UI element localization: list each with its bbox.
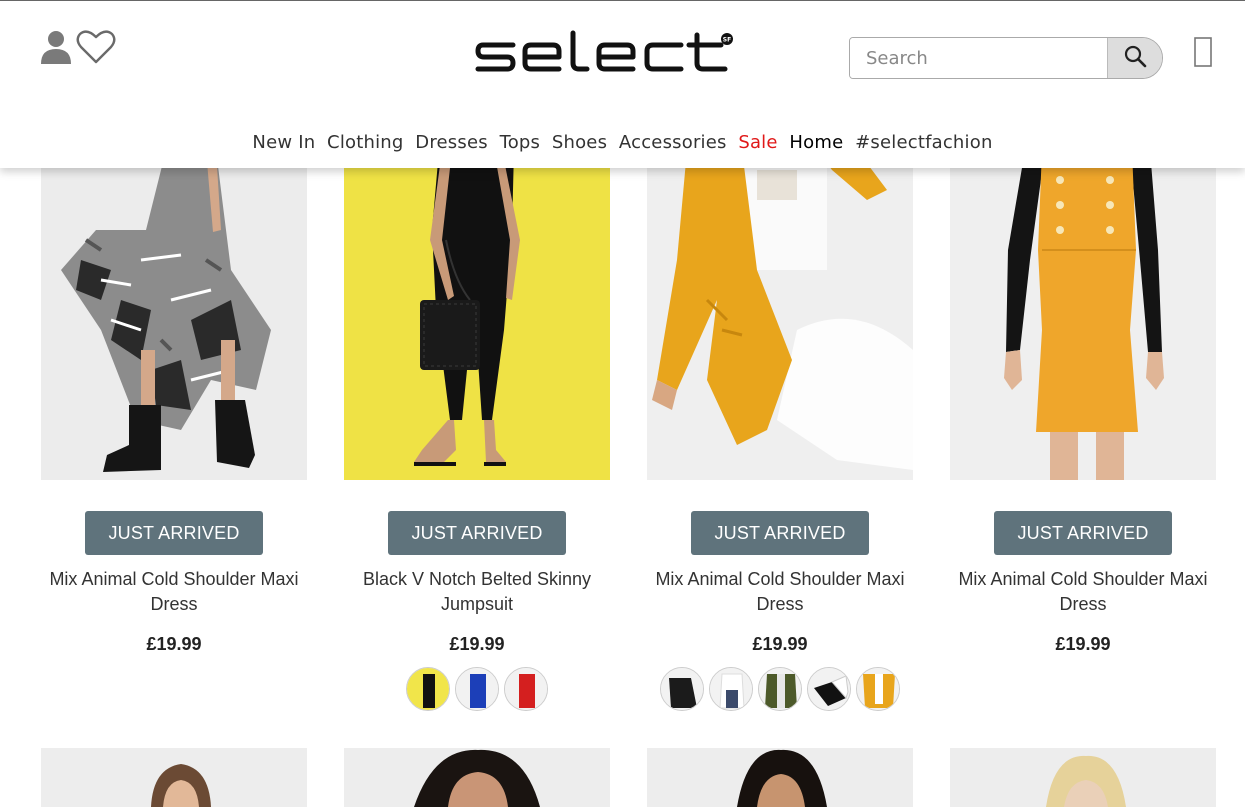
product-price: £19.99 bbox=[752, 634, 808, 654]
product-image[interactable] bbox=[950, 748, 1216, 807]
swatch-khaki[interactable] bbox=[758, 667, 802, 711]
user-icon[interactable] bbox=[40, 30, 72, 64]
product-title[interactable]: Mix Animal Cold Shoulder Maxi Dress bbox=[647, 567, 913, 617]
product-title[interactable]: Black V Notch Belted Skinny Jumpsuit bbox=[344, 567, 610, 617]
nav-item-clothing[interactable]: Clothing bbox=[327, 132, 403, 153]
search-bar bbox=[849, 37, 1163, 79]
search-input[interactable] bbox=[850, 38, 1107, 78]
nav-item-tops[interactable]: Tops bbox=[500, 132, 541, 153]
heart-icon[interactable] bbox=[76, 29, 116, 65]
product-price: £19.99 bbox=[1055, 634, 1111, 654]
site-logo[interactable]: SF bbox=[475, 29, 740, 77]
swatch-blue[interactable] bbox=[455, 667, 499, 711]
just-arrived-badge: JUST ARRIVED bbox=[85, 511, 263, 555]
product-image[interactable] bbox=[41, 748, 307, 807]
product-price: £19.99 bbox=[146, 634, 202, 654]
nav-item-dresses[interactable]: Dresses bbox=[415, 132, 488, 153]
site-header: SF New In Clothing Dresses Tops Shoes Ac… bbox=[0, 0, 1245, 168]
color-swatches bbox=[344, 667, 610, 711]
nav-item-shoes[interactable]: Shoes bbox=[552, 132, 607, 153]
nav-item-accessories[interactable]: Accessories bbox=[619, 132, 727, 153]
just-arrived-badge: JUST ARRIVED bbox=[388, 511, 566, 555]
account-icons bbox=[40, 29, 116, 65]
product-image[interactable] bbox=[647, 748, 913, 807]
just-arrived-badge: JUST ARRIVED bbox=[994, 511, 1172, 555]
just-arrived-badge: JUST ARRIVED bbox=[691, 511, 869, 555]
product-price: £19.99 bbox=[449, 634, 505, 654]
swatch-white[interactable] bbox=[709, 667, 753, 711]
color-swatches bbox=[647, 667, 913, 711]
nav-item-home[interactable]: Home bbox=[789, 132, 843, 153]
nav-item-new-in[interactable]: New In bbox=[252, 132, 315, 153]
search-icon bbox=[1123, 44, 1147, 73]
swatch-mustard[interactable] bbox=[856, 667, 900, 711]
nav-item-sale[interactable]: Sale bbox=[738, 132, 777, 153]
product-title[interactable]: Mix Animal Cold Shoulder Maxi Dress bbox=[41, 567, 307, 617]
swatch-red[interactable] bbox=[504, 667, 548, 711]
product-title[interactable]: Mix Animal Cold Shoulder Maxi Dress bbox=[950, 567, 1216, 617]
cart-icon[interactable] bbox=[1194, 37, 1212, 67]
search-button[interactable] bbox=[1107, 38, 1162, 78]
product-image[interactable] bbox=[344, 748, 610, 807]
swatch-black[interactable] bbox=[660, 667, 704, 711]
nav-item-selectfachion[interactable]: #selectfachion bbox=[855, 132, 992, 153]
swatch-black[interactable] bbox=[406, 667, 450, 711]
svg-text:SF: SF bbox=[723, 37, 731, 44]
main-nav: New In Clothing Dresses Tops Shoes Acces… bbox=[0, 132, 1245, 153]
swatch-black-white[interactable] bbox=[807, 667, 851, 711]
